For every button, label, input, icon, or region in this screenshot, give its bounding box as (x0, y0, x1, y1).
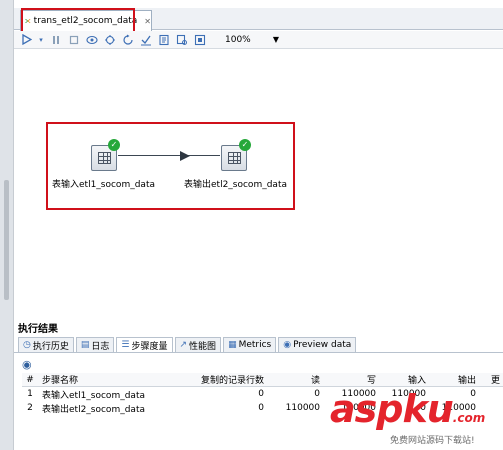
watermark-text: aspku (330, 387, 454, 431)
left-panel-rail (0, 0, 14, 450)
tab-label: trans_etl2_socom_data (33, 16, 138, 26)
read-cell: 110000 (285, 403, 320, 413)
copies-cell: 0 (258, 403, 264, 413)
metrics-list-icon: ☰ (121, 340, 130, 350)
tab-metrics[interactable]: ▦ Metrics (223, 337, 277, 352)
column-header[interactable]: 读 (264, 373, 320, 386)
watermark-logo: aspku.com (330, 387, 485, 431)
column-header[interactable]: 输出 (426, 373, 476, 386)
tab-trans-etl2-socom-data[interactable]: trans_etl2_socom_data ✕ (20, 10, 152, 31)
run-icon[interactable] (20, 34, 32, 46)
watermark-dot: .com (452, 411, 486, 425)
step-label-table-input: 表输入etl1_socom_data (52, 180, 155, 190)
tab-preview-data[interactable]: ◉ Preview data (278, 337, 357, 352)
history-icon: ◷ (23, 340, 31, 350)
pause-icon[interactable] (50, 34, 62, 46)
tab-label: 执行历史 (32, 341, 69, 352)
table-output-icon (228, 152, 241, 164)
success-check-icon: ✓ (108, 139, 120, 151)
tab-execution-history[interactable]: ◷ 执行历史 (18, 337, 74, 352)
transformation-toolbar: ▾ 100% ▼ (14, 31, 503, 49)
log-icon: ▤ (80, 340, 90, 350)
results-tabbar: ◷ 执行历史 ▤ 日志 ☰ 步骤度量 ↗ 性能图 ▦ Metrics ◉ Pre… (14, 337, 503, 353)
explore-db-icon[interactable] (194, 34, 206, 46)
eye-icon[interactable]: ◉ (22, 358, 32, 371)
watermark-subtitle: 免费网站源码下载站! (390, 436, 475, 446)
column-header[interactable]: 步骤名称 (38, 373, 158, 386)
transformation-icon (25, 18, 31, 24)
copies-cell: 0 (258, 389, 264, 399)
tab-label: Metrics (238, 340, 272, 350)
column-header[interactable]: # (22, 375, 38, 385)
tab-label: 性能图 (189, 341, 217, 352)
tab-log[interactable]: ▤ 日志 (75, 337, 115, 352)
left-scrollbar[interactable] (4, 180, 9, 300)
metrics-icon: ▦ (228, 340, 237, 350)
tab-step-metrics[interactable]: ☰ 步骤度量 (116, 337, 173, 352)
eye-icon: ◉ (283, 340, 292, 350)
sql-icon[interactable] (176, 34, 188, 46)
debug-icon[interactable] (104, 34, 116, 46)
verify-icon[interactable] (140, 34, 152, 46)
zoom-select[interactable]: 100% ▼ (222, 33, 282, 47)
tab-performance-chart[interactable]: ↗ 性能图 (174, 337, 222, 352)
column-header[interactable]: 复制的记录行数 (158, 373, 264, 386)
zoom-value: 100% (225, 34, 251, 45)
editor-tabbar: trans_etl2_socom_data ✕ (14, 8, 503, 31)
metrics-toolbar: ◉ (14, 356, 503, 372)
step-name-cell: 表输出etl2_socom_data (42, 404, 145, 415)
step-name-cell: 表输入etl1_socom_data (42, 390, 145, 401)
highlight-box-steps (46, 122, 295, 210)
success-check-icon: ✓ (239, 139, 251, 151)
tab-label: 日志 (91, 341, 110, 352)
column-header[interactable]: 写 (320, 373, 376, 386)
impact-icon[interactable] (158, 34, 170, 46)
tab-label: 步骤度量 (131, 341, 168, 352)
row-number: 2 (27, 403, 33, 413)
hop-line[interactable] (118, 155, 220, 156)
stop-icon[interactable] (68, 34, 80, 46)
tab-label: Preview data (293, 340, 352, 350)
chevron-down-icon[interactable]: ▾ (38, 34, 44, 46)
watermark: aspku.com 免费网站源码下载站! (328, 387, 503, 450)
preview-icon[interactable] (86, 34, 98, 46)
table-header-row: # 步骤名称 复制的记录行数 读 写 输入 输出 更 (22, 373, 503, 387)
read-cell: 0 (314, 389, 320, 399)
hop-arrow-icon (180, 151, 190, 161)
column-header[interactable]: 输入 (376, 373, 426, 386)
results-title: 执行结果 (18, 324, 58, 335)
close-icon[interactable]: ✕ (144, 17, 151, 26)
step-label-table-output: 表输出etl2_socom_data (184, 180, 287, 190)
replay-icon[interactable] (122, 34, 134, 46)
chart-icon: ↗ (179, 340, 188, 350)
column-header[interactable]: 更 (476, 373, 500, 386)
table-input-icon (98, 152, 111, 164)
chevron-down-icon: ▼ (272, 35, 279, 44)
row-number: 1 (27, 389, 33, 399)
